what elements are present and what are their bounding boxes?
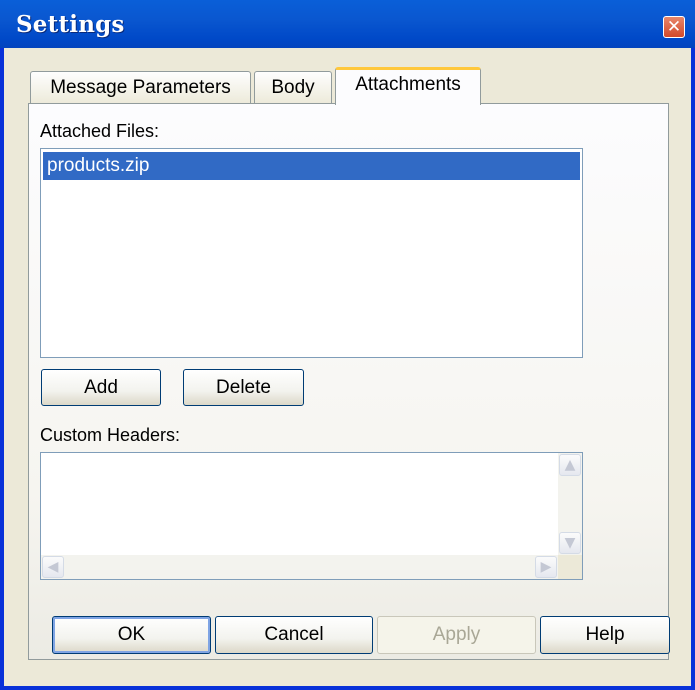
chevron-up-icon: ▲: [564, 457, 576, 473]
cancel-button-label: Cancel: [264, 624, 324, 645]
scroll-up-button[interactable]: ▲: [559, 454, 581, 476]
tab-label: Body: [271, 77, 315, 98]
window-title: Settings: [16, 11, 125, 38]
attachments-panel: Attached Files: products.zip Add Delete …: [28, 103, 669, 660]
chevron-down-icon: ▼: [564, 535, 576, 551]
add-button[interactable]: Add: [41, 369, 161, 406]
tab-attachments[interactable]: Attachments: [335, 67, 481, 105]
custom-headers-label: Custom Headers:: [40, 425, 181, 445]
tab-label: Attachments: [355, 74, 461, 95]
settings-window: Settings ✕ Message Parameters Body Attac…: [0, 0, 695, 690]
ok-button[interactable]: OK: [52, 616, 211, 654]
help-button[interactable]: Help: [540, 616, 670, 654]
scroll-down-button[interactable]: ▼: [559, 532, 581, 554]
tab-label: Message Parameters: [50, 77, 231, 98]
delete-button[interactable]: Delete: [183, 369, 304, 406]
delete-button-label: Delete: [216, 377, 271, 398]
attached-files-list[interactable]: products.zip: [40, 148, 583, 358]
ok-button-label: OK: [117, 624, 146, 645]
attached-files-label: Attached Files:: [40, 121, 160, 141]
file-name: products.zip: [47, 155, 150, 176]
chevron-right-icon: ▶: [540, 559, 552, 575]
apply-button-label: Apply: [432, 624, 481, 645]
scroll-right-button[interactable]: ▶: [535, 556, 557, 578]
vertical-scrollbar[interactable]: ▲ ▼: [558, 453, 582, 555]
scrollbar-corner: [558, 555, 582, 579]
add-button-label: Add: [84, 377, 118, 398]
close-button[interactable]: ✕: [663, 16, 685, 38]
chevron-left-icon: ◀: [47, 559, 59, 575]
close-icon: ✕: [666, 17, 682, 37]
title-bar[interactable]: Settings ✕: [0, 0, 695, 48]
apply-button[interactable]: Apply: [377, 616, 536, 654]
list-item[interactable]: products.zip: [43, 152, 580, 180]
custom-headers-box[interactable]: ▲ ▼ ◀ ▶: [40, 452, 583, 580]
cancel-button[interactable]: Cancel: [215, 616, 373, 654]
tab-body[interactable]: Body: [254, 71, 332, 105]
horizontal-scrollbar[interactable]: ◀ ▶: [41, 555, 558, 579]
help-button-label: Help: [585, 624, 625, 645]
dialog-client-area: Message Parameters Body Attachments Atta…: [4, 48, 691, 686]
tab-message-parameters[interactable]: Message Parameters: [30, 71, 251, 105]
scroll-left-button[interactable]: ◀: [42, 556, 64, 578]
